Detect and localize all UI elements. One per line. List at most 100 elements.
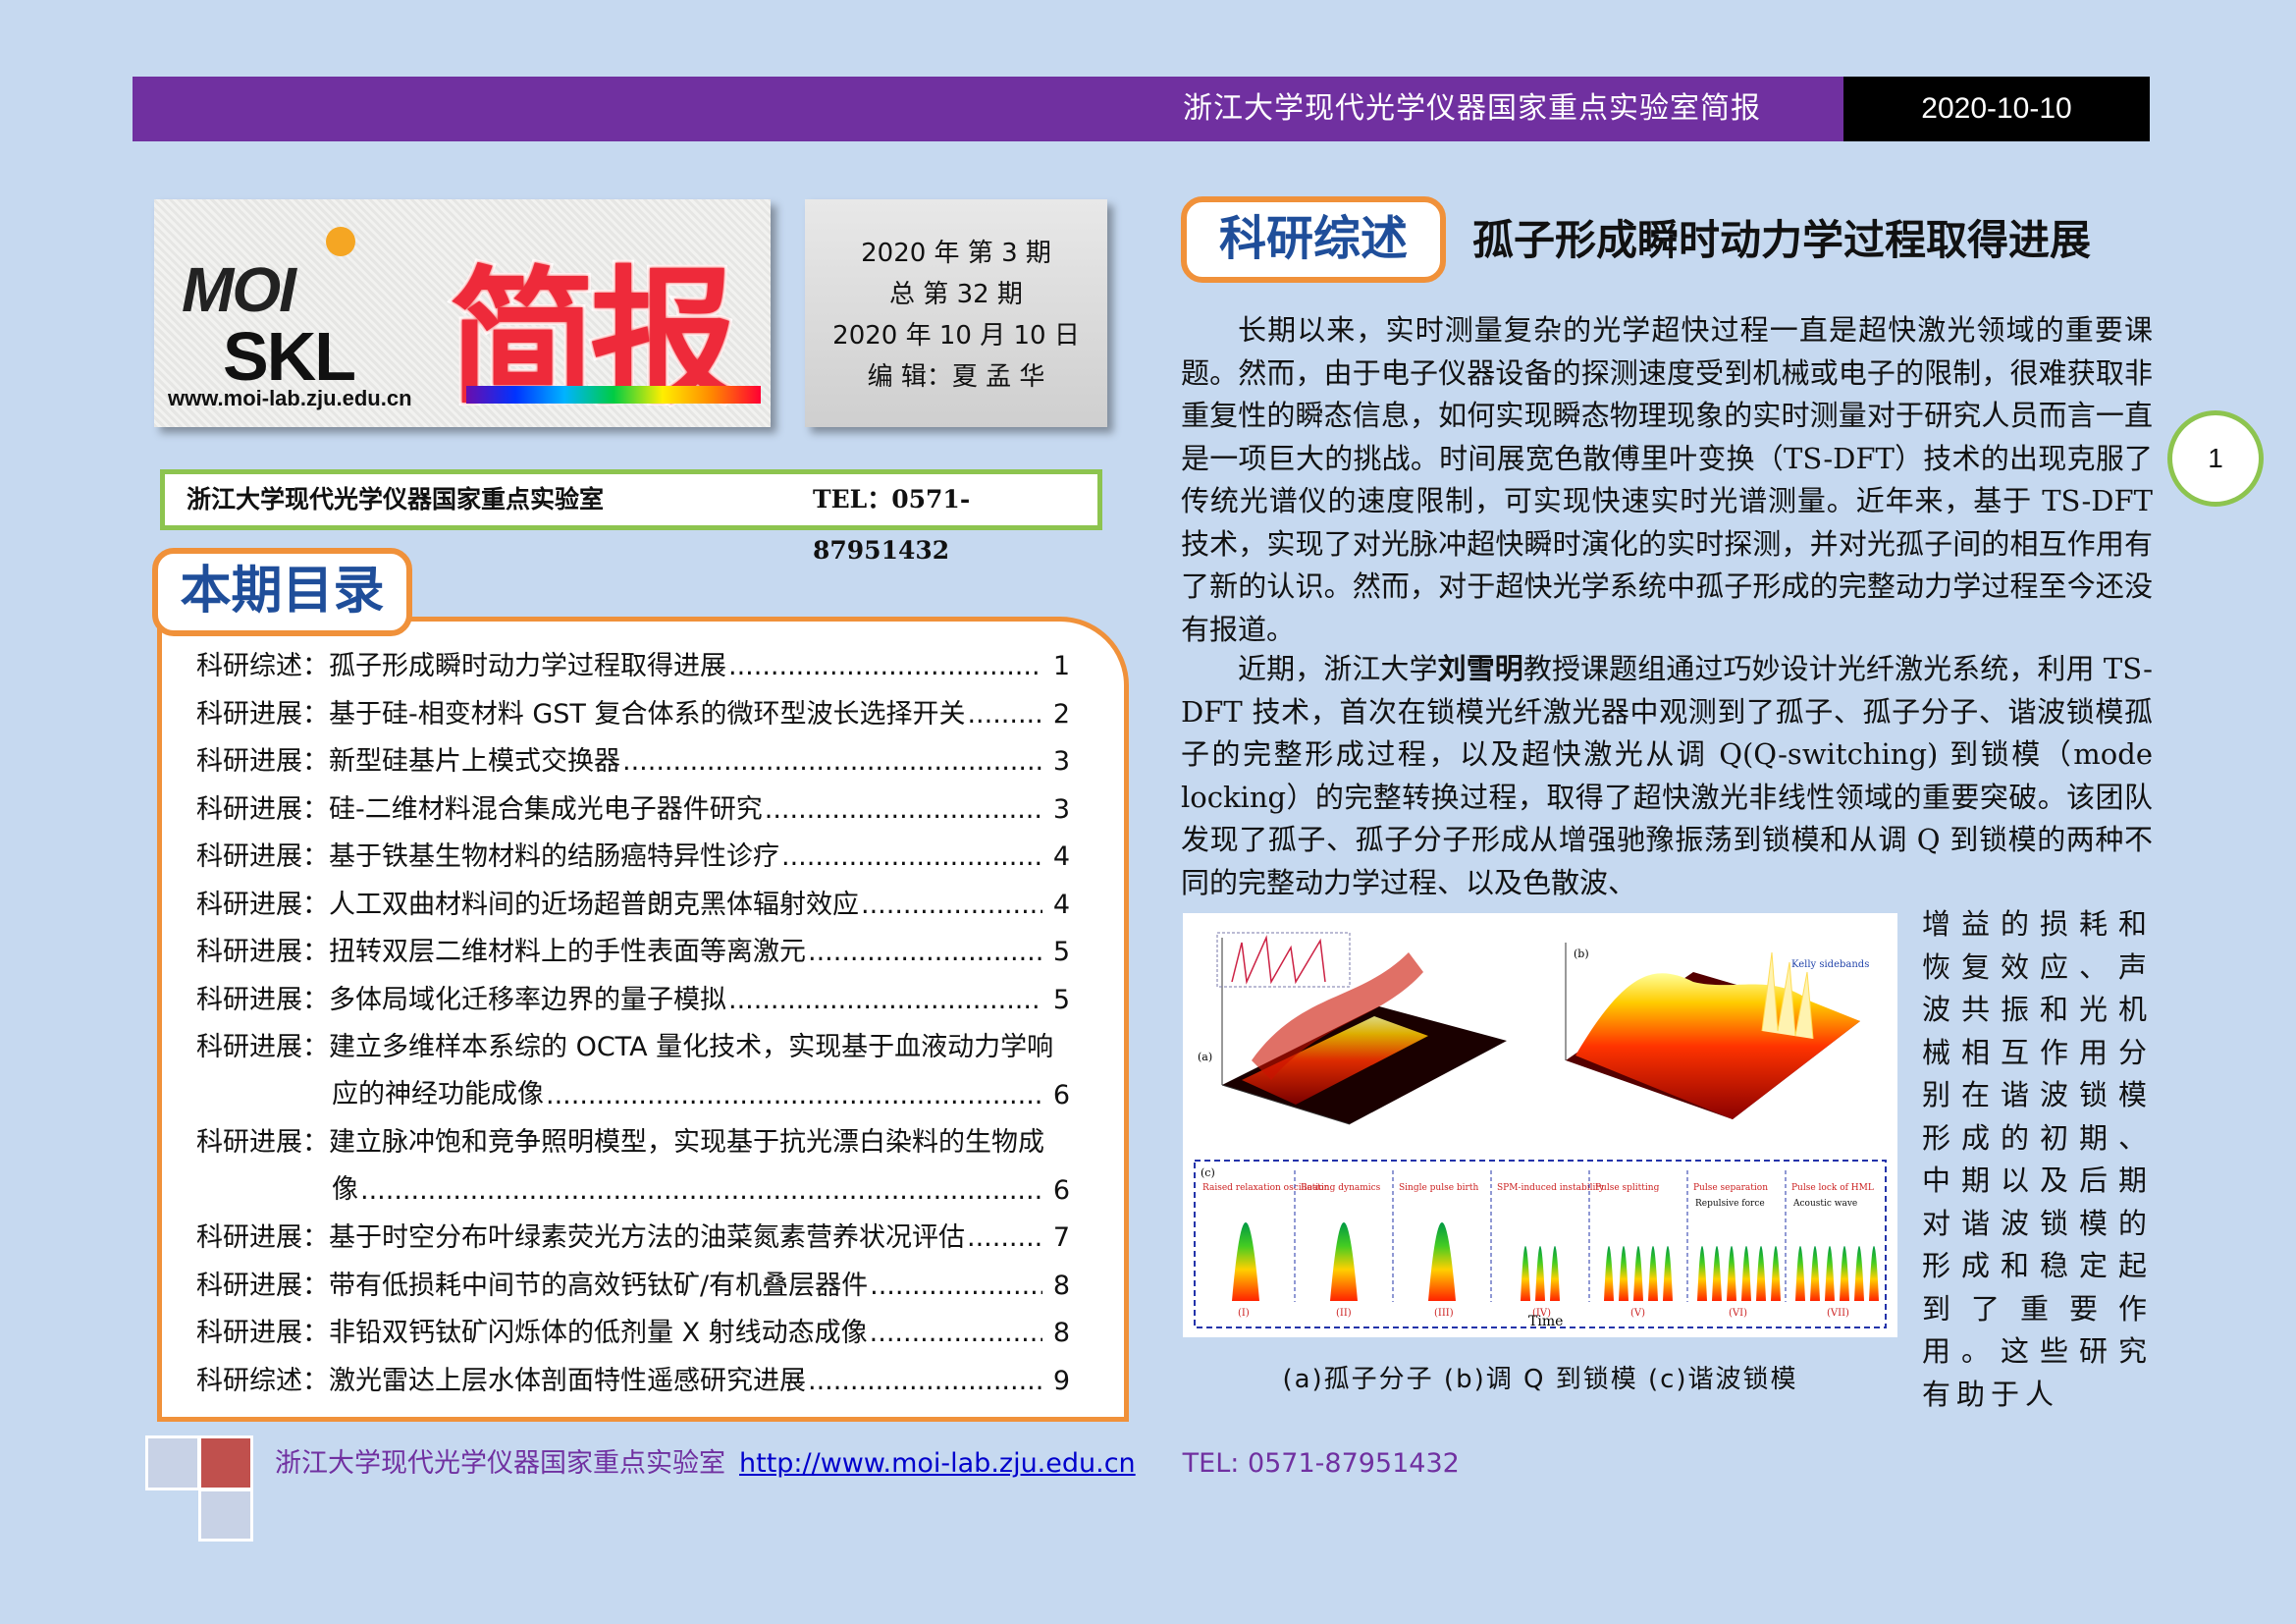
- pulse-spike: [1712, 1246, 1722, 1301]
- header-title: 浙江大学现代光学仪器国家重点实验室简报: [1183, 91, 1761, 126]
- toc-item[interactable]: 科研进展：非铅双钙钛矿闪烁体的低剂量 X 射线动态成像 8............…: [196, 1310, 1070, 1357]
- toc-item[interactable]: 科研进展：多体局域化迁移率边界的量子模拟 5...................…: [196, 977, 1070, 1024]
- panel-c-label: (c): [1201, 1166, 1215, 1179]
- pulse-spike: [1428, 1222, 1456, 1301]
- toc-item-page: 1: [1052, 651, 1070, 681]
- issue-info: 2020 年 第 3 期 总 第 32 期 2020 年 10 月 10 日 编…: [805, 199, 1107, 427]
- logo-rainbow-bar: [466, 386, 761, 404]
- footer-lab: 浙江大学现代光学仪器国家重点实验室: [275, 1448, 725, 1479]
- logo-moi-text: MOI: [182, 254, 296, 325]
- pulse-spike: [1633, 1246, 1643, 1301]
- toc-item[interactable]: 科研进展：建立脉冲饱和竞争照明模型，实现基于抗光漂白染料的生物成像 6......…: [196, 1119, 1070, 1214]
- pulse-spike: [1869, 1246, 1879, 1301]
- pulse-spike: [1521, 1246, 1530, 1301]
- pulse-spike: [1697, 1246, 1707, 1301]
- toc-item-page: 6: [1052, 1174, 1070, 1206]
- toc-item-label: 科研进展：基于硅-相变材料 GST 复合体系的微环型波长选择开关: [196, 698, 966, 730]
- toc-item-leader: ........................................…: [808, 937, 1042, 967]
- toc-item[interactable]: 科研进展：建立多维样本系综的 OCTA 量化技术，实现基于血液动力学响 应的神经功…: [196, 1024, 1070, 1118]
- logo-dot-icon: [326, 227, 355, 256]
- figure-caption: (a)孤子分子 (b)调 Q 到锁模 (c)谐波锁模: [1282, 1365, 1798, 1394]
- pulse-spike: [1854, 1246, 1864, 1301]
- pulse-spike: [1771, 1246, 1781, 1301]
- toc-item-page: 8: [1052, 1270, 1070, 1301]
- toc-item-label: 科研进展：基于铁基生物材料的结肠癌特异性诊疗: [196, 841, 779, 872]
- toc-item-page: 3: [1052, 746, 1070, 777]
- toc-item-label: 科研进展：建立多维样本系综的 OCTA 量化技术，实现基于血液动力学响: [196, 1032, 1054, 1062]
- pulse-spike: [1663, 1246, 1673, 1301]
- toc-item-leader: ........................................…: [764, 793, 1042, 825]
- toc-item-leader: ........................................…: [728, 651, 1042, 681]
- toc-item-leader: ........................................…: [546, 1079, 1042, 1110]
- toc-item[interactable]: 科研进展：基于硅-相变材料 GST 复合体系的微环型波长选择开关 2.......…: [196, 691, 1070, 738]
- time-axis-label: Time: [1528, 1314, 1563, 1329]
- toc-item[interactable]: 科研进展：扭转双层二维材料上的手性表面等离激元 5................…: [196, 929, 1070, 976]
- pulse-spike: [1840, 1246, 1849, 1301]
- stage-number: (II): [1336, 1308, 1352, 1319]
- stage-number: (VI): [1729, 1308, 1747, 1319]
- page-number: 1: [2167, 410, 2264, 507]
- toc-item-leader: ........................................…: [967, 698, 1042, 730]
- toc-item[interactable]: 科研综述：孤子形成瞬时动力学过程取得进展 1...................…: [196, 643, 1070, 690]
- stage-number: (VII): [1827, 1308, 1849, 1319]
- toc-item-label: 科研综述：孤子形成瞬时动力学过程取得进展: [196, 651, 726, 681]
- pulse-spike: [1232, 1222, 1259, 1301]
- stage-label: Pulse lock of HML: [1791, 1183, 1874, 1193]
- article-paragraph-1: 长期以来，实时测量复杂的光学超快过程一直是超快激光领域的重要课题。然而，由于电子…: [1181, 313, 2153, 646]
- issue-date: 2020 年 10 月 10 日: [832, 321, 1080, 351]
- kelly-label: Kelly sidebands: [1791, 959, 1869, 970]
- issue-editor: 编 辑：夏 孟 华: [867, 362, 1045, 392]
- toc-item-label: 科研进展：建立脉冲饱和竞争照明模型，实现基于抗光漂白染料的生物成: [196, 1127, 1044, 1158]
- stage-number: (V): [1630, 1308, 1645, 1319]
- footer-square-grey: [145, 1435, 200, 1490]
- toc-item[interactable]: 科研进展：基于时空分布叶绿素荧光方法的油菜氮素营养状况评估 7..........…: [196, 1215, 1070, 1262]
- issue-year: 2020 年 第 3 期: [861, 239, 1051, 268]
- toc-item-leader: ........................................…: [870, 1270, 1042, 1301]
- toc-item[interactable]: 科研进展：新型硅基片上模式交换器 3.......................…: [196, 738, 1070, 785]
- toc-item-label: 科研进展：带有低损耗中间节的高效钙钛矿/有机叠层器件: [196, 1270, 869, 1301]
- pulse-spike: [1535, 1246, 1545, 1301]
- toc-item[interactable]: 科研进展：带有低损耗中间节的高效钙钛矿/有机叠层器件 8.............…: [196, 1263, 1070, 1310]
- toc-item-label: 科研进展：非铅双钙钛矿闪烁体的低剂量 X 射线动态成像: [196, 1318, 868, 1348]
- lab-tel: TEL：0571-87951432: [813, 485, 971, 565]
- stage-label: Pulse separation: [1693, 1183, 1768, 1193]
- panel-a-label: (a): [1198, 1051, 1212, 1063]
- header-date: 2020-10-10: [1843, 77, 2150, 141]
- toc-item-page: 3: [1052, 793, 1070, 825]
- panel-b-label: (b): [1574, 947, 1589, 960]
- toc-item-leader: ........................................…: [861, 889, 1042, 920]
- panel-a: (a): [1198, 932, 1507, 1125]
- footer-url-link[interactable]: http://www.moi-lab.zju.edu.cn: [739, 1448, 1136, 1479]
- article-paragraph-3: 增益的损耗和恢复效应、声波共振和光机械相互作用分别在谐波锁模形成的初期、中期以及…: [1922, 907, 2153, 1411]
- toc-item-leader: ........................................…: [808, 1365, 1042, 1396]
- footer: 浙江大学现代光学仪器国家重点实验室 http://www.moi-lab.zju.…: [275, 1441, 1460, 1480]
- panel-b: (b) Kelly sidebands: [1565, 943, 1869, 1119]
- toc-item-leader: ........................................…: [967, 1222, 1042, 1253]
- pulse-spike: [1825, 1246, 1835, 1301]
- toc-item[interactable]: 科研进展：人工双曲材料间的近场超普朗克黑体辐射效应 4..............…: [196, 882, 1070, 929]
- toc-item-page: 5: [1052, 984, 1070, 1015]
- toc-item-page: 5: [1052, 937, 1070, 967]
- toc-item-label: 科研综述：激光雷达上层水体剖面特性遥感研究进展: [196, 1365, 806, 1396]
- article-figure: (a) (b) Kelly sidebands (c) Raised relax…: [1183, 913, 1897, 1337]
- stage-sub-label: Acoustic wave: [1792, 1199, 1857, 1209]
- stage-number: (I): [1238, 1308, 1250, 1319]
- pulse-spike: [1741, 1246, 1751, 1301]
- stage-label: Single pulse birth: [1399, 1183, 1478, 1193]
- figure-graphic: (a) (b) Kelly sidebands (c) Raised relax…: [1194, 932, 1887, 1329]
- toc-item-leader: ........................................…: [360, 1174, 1042, 1206]
- toc-item-label: 科研进展：新型硅基片上模式交换器: [196, 746, 620, 777]
- stage-label: Pulse splitting: [1595, 1183, 1660, 1193]
- toc-item[interactable]: 科研进展：基于铁基生物材料的结肠癌特异性诊疗 4................…: [196, 834, 1070, 881]
- toc-item[interactable]: 科研进展：硅-二维材料混合集成光电子器件研究 3.................…: [196, 786, 1070, 834]
- toc-item-label: 科研进展：人工双曲材料间的近场超普朗克黑体辐射效应: [196, 889, 859, 920]
- footer-square-grey-2: [198, 1489, 253, 1542]
- toc-item[interactable]: 科研综述：激光雷达上层水体剖面特性遥感研究进展 9................…: [196, 1358, 1070, 1405]
- pulse-spike: [1619, 1246, 1629, 1301]
- article-title: 孤子形成瞬时动力学过程取得进展: [1472, 216, 2092, 264]
- stage-number: (III): [1434, 1308, 1454, 1319]
- newsletter-logo: MOI SKL 简报 www.moi-lab.zju.edu.cn: [154, 199, 771, 427]
- toc-item-page: 4: [1052, 889, 1070, 920]
- toc-item-leader: ........................................…: [728, 984, 1042, 1015]
- logo-skl-text: SKL: [223, 318, 356, 395]
